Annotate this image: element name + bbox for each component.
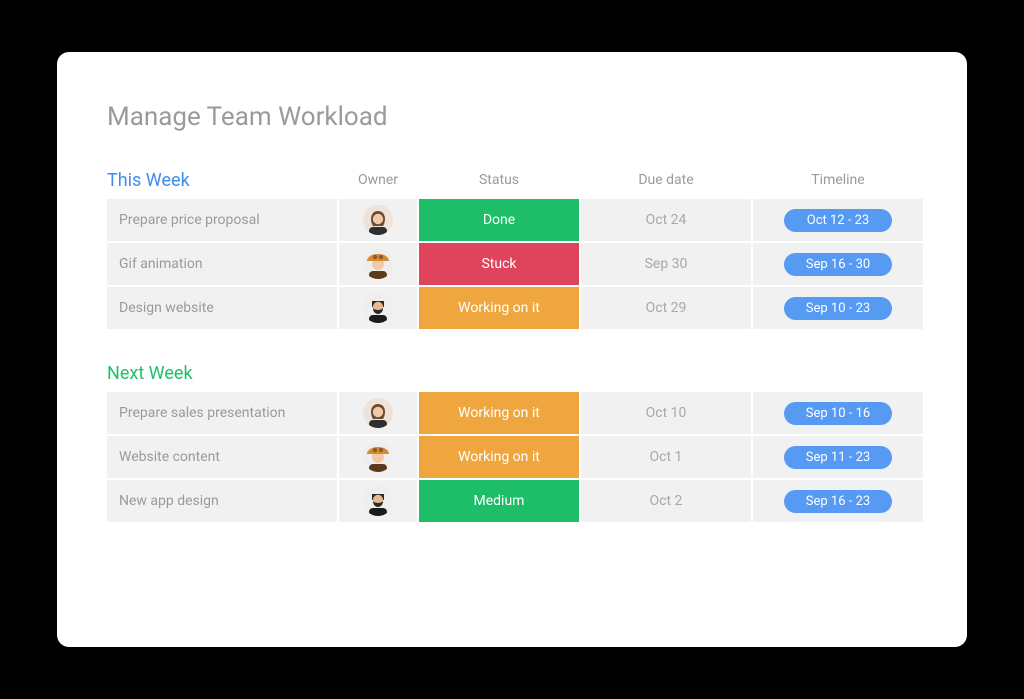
avatar	[363, 249, 393, 279]
due-date[interactable]: Oct 10	[581, 392, 751, 434]
owner-cell[interactable]	[339, 243, 417, 285]
owner-cell[interactable]	[339, 287, 417, 329]
timeline-cell[interactable]: Sep 16 - 30	[753, 243, 923, 285]
section-next-week: Next Week Prepare sales presentation Wor…	[107, 359, 917, 524]
due-date[interactable]: Oct 1	[581, 436, 751, 478]
section-this-week: This Week Owner Status Due date Timeline…	[107, 166, 917, 331]
section-title-this-week: This Week	[107, 166, 337, 199]
avatar	[363, 293, 393, 323]
page-title: Manage Team Workload	[107, 102, 917, 132]
col-head-status: Status	[419, 166, 579, 199]
timeline-cell[interactable]: Sep 16 - 23	[753, 480, 923, 522]
avatar	[363, 486, 393, 516]
due-date[interactable]: Oct 2	[581, 480, 751, 522]
timeline-cell[interactable]: Sep 10 - 23	[753, 287, 923, 329]
timeline-pill: Oct 12 - 23	[784, 209, 892, 232]
task-name[interactable]: Website content	[107, 436, 337, 478]
status-cell[interactable]: Working on it	[419, 287, 579, 329]
owner-cell[interactable]	[339, 392, 417, 434]
status-cell[interactable]: Working on it	[419, 392, 579, 434]
due-date[interactable]: Sep 30	[581, 243, 751, 285]
avatar	[363, 398, 393, 428]
due-date[interactable]: Oct 24	[581, 199, 751, 241]
timeline-pill: Sep 16 - 30	[784, 253, 892, 276]
task-name[interactable]: New app design	[107, 480, 337, 522]
timeline-pill: Sep 16 - 23	[784, 490, 892, 513]
timeline-cell[interactable]: Sep 10 - 16	[753, 392, 923, 434]
col-head-owner: Owner	[339, 166, 417, 199]
task-name[interactable]: Prepare sales presentation	[107, 392, 337, 434]
owner-cell[interactable]	[339, 199, 417, 241]
task-name[interactable]: Design website	[107, 287, 337, 329]
col-head-due: Due date	[581, 166, 751, 199]
timeline-pill: Sep 10 - 23	[784, 297, 892, 320]
task-name[interactable]: Prepare price proposal	[107, 199, 337, 241]
owner-cell[interactable]	[339, 480, 417, 522]
owner-cell[interactable]	[339, 436, 417, 478]
avatar	[363, 205, 393, 235]
section-title-next-week: Next Week	[107, 359, 337, 392]
status-cell[interactable]: Done	[419, 199, 579, 241]
status-cell[interactable]: Medium	[419, 480, 579, 522]
status-cell[interactable]: Working on it	[419, 436, 579, 478]
timeline-pill: Sep 11 - 23	[784, 446, 892, 469]
task-name[interactable]: Gif animation	[107, 243, 337, 285]
due-date[interactable]: Oct 29	[581, 287, 751, 329]
status-cell[interactable]: Stuck	[419, 243, 579, 285]
workload-card: Manage Team Workload This Week Owner Sta…	[57, 52, 967, 647]
timeline-cell[interactable]: Oct 12 - 23	[753, 199, 923, 241]
col-head-timeline: Timeline	[753, 166, 923, 199]
avatar	[363, 442, 393, 472]
timeline-pill: Sep 10 - 16	[784, 402, 892, 425]
timeline-cell[interactable]: Sep 11 - 23	[753, 436, 923, 478]
